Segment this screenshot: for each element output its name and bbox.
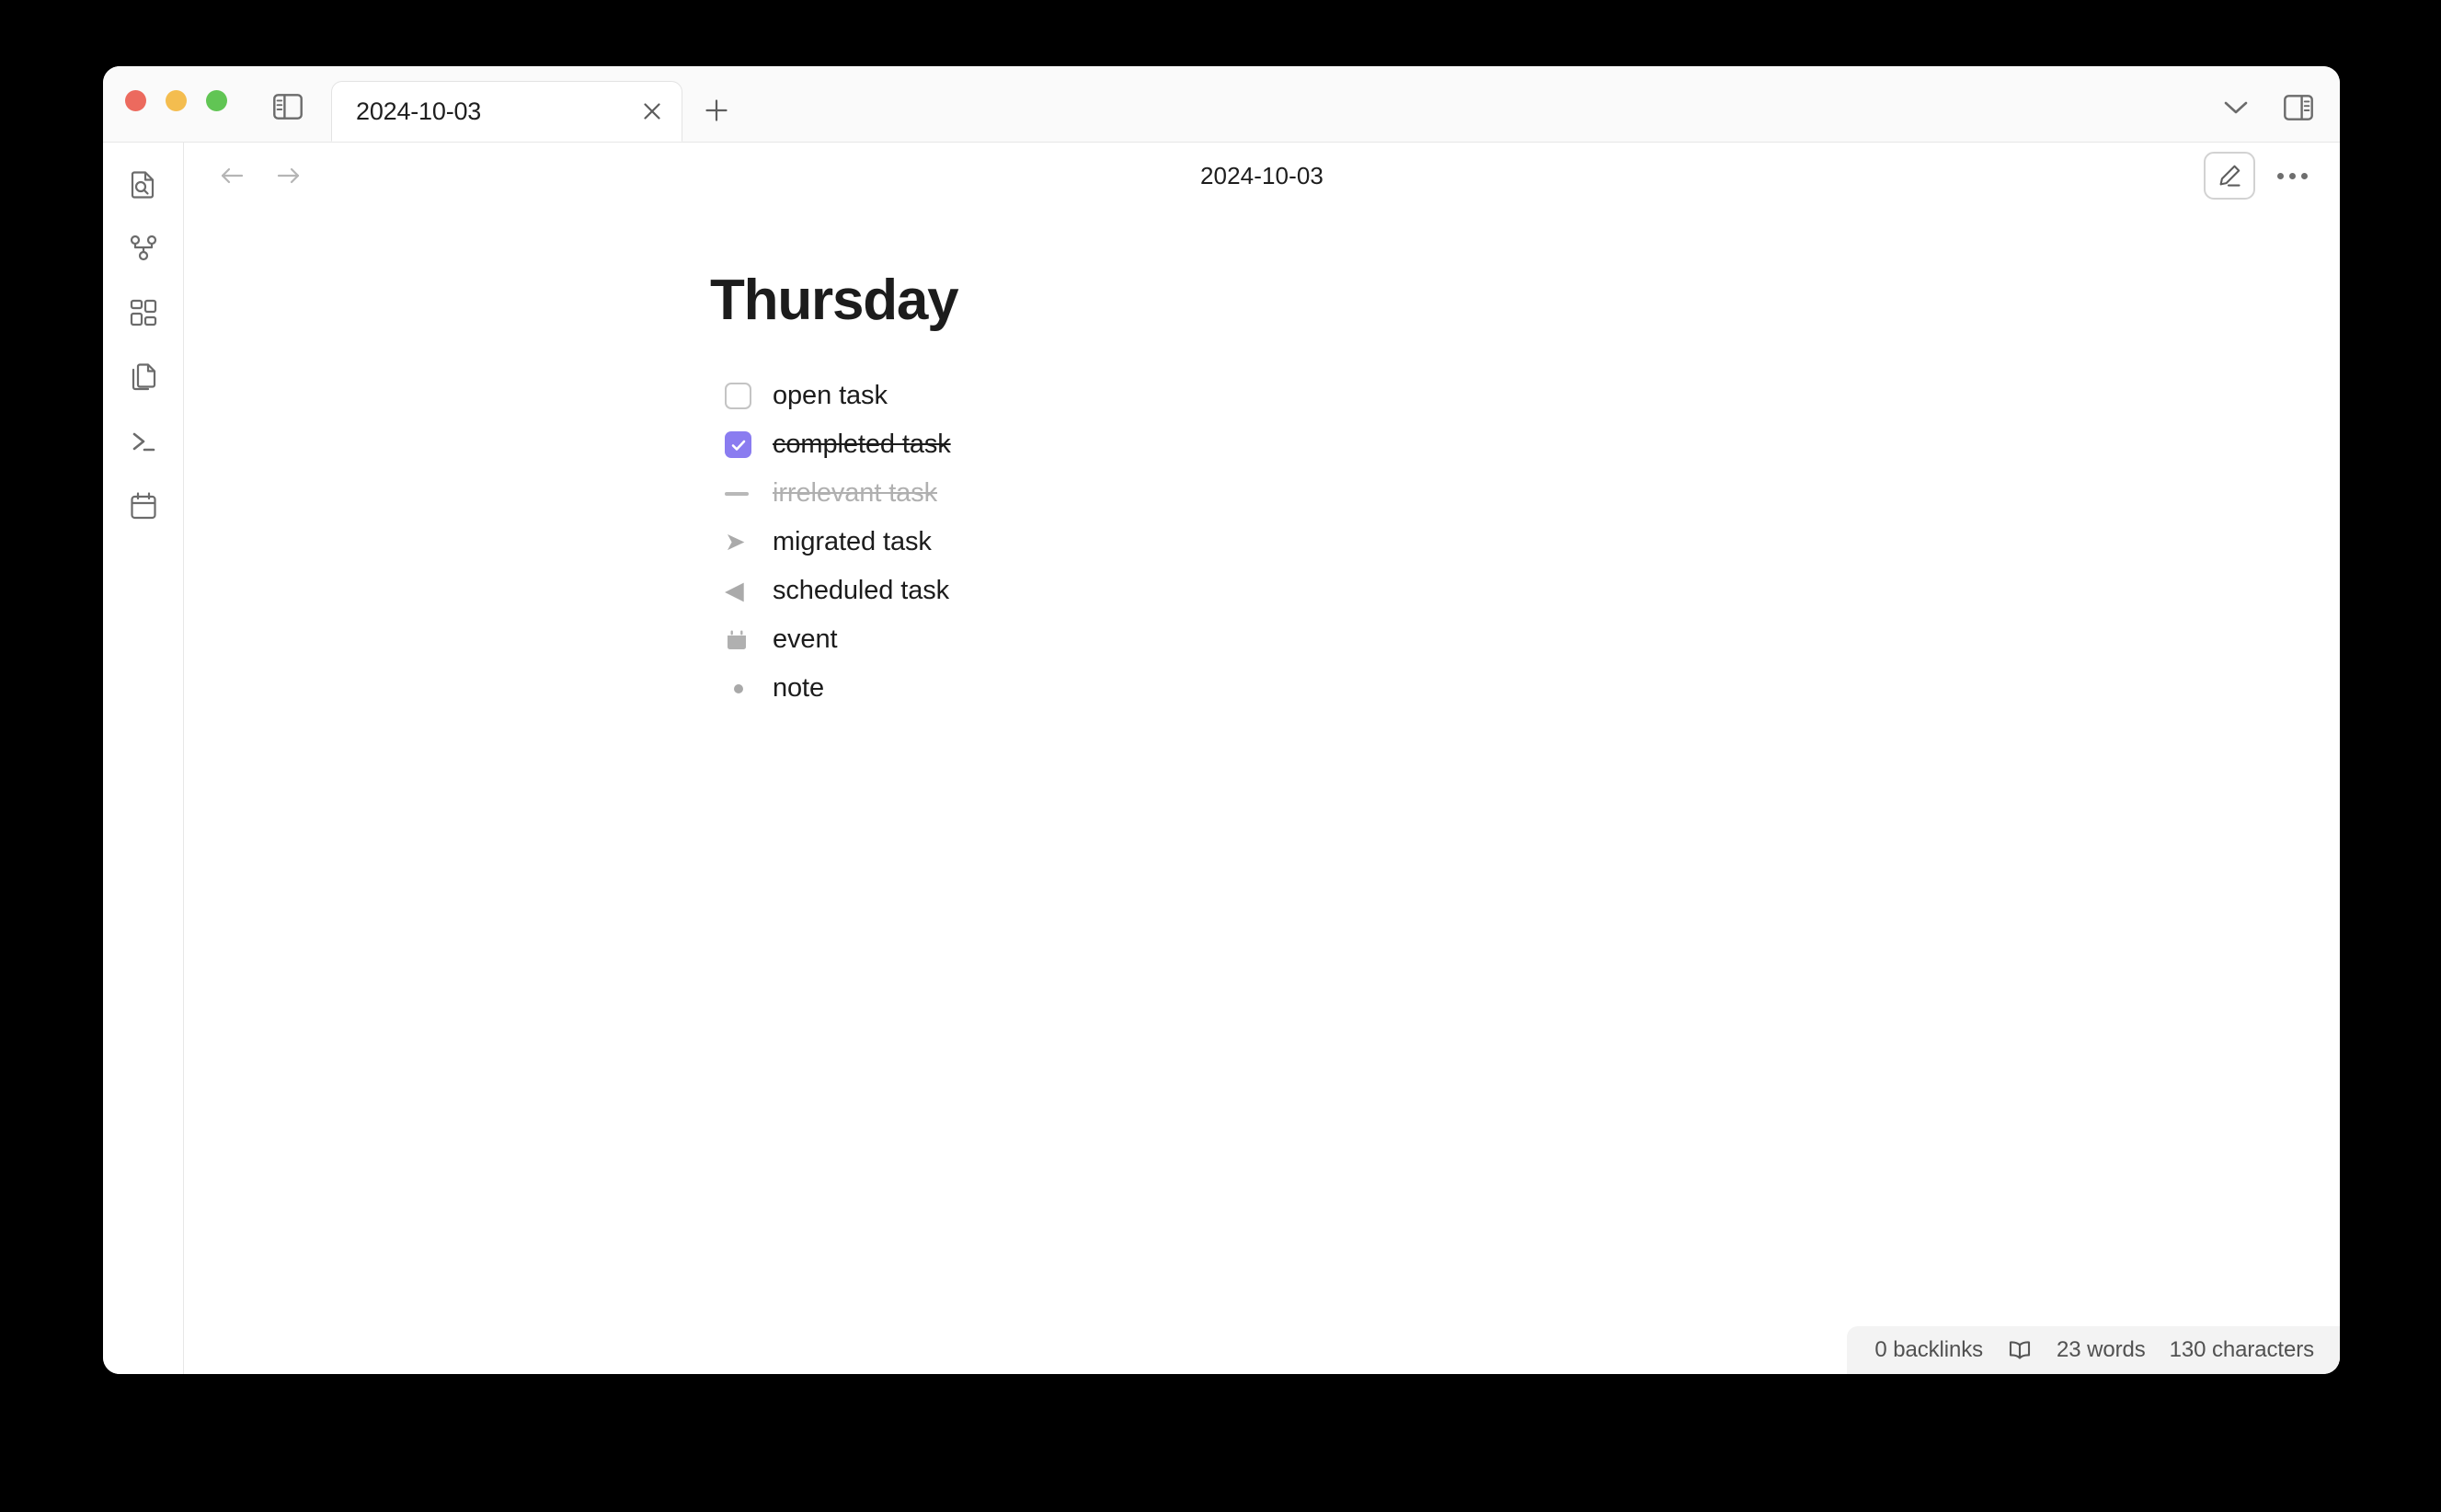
tab-2024-10-03[interactable]: 2024-10-03 — [331, 81, 682, 142]
tab-label: 2024-10-03 — [356, 97, 482, 125]
task-label: event — [773, 624, 838, 654]
forward-button[interactable] — [270, 157, 307, 194]
task-label: completed task — [773, 430, 951, 459]
bullet-slot — [725, 683, 773, 693]
note-content[interactable]: Thursday open task completed task irrele… — [184, 209, 2340, 1374]
bullet-dot-icon[interactable] — [734, 683, 743, 693]
close-icon[interactable] — [632, 91, 672, 132]
more-horizontal-icon — [2276, 172, 2284, 179]
terminal-icon — [132, 432, 155, 452]
zoom-window-button[interactable] — [206, 90, 227, 111]
right-sidebar-toggle-icon[interactable] — [2279, 88, 2318, 127]
sidebar-item-calendar[interactable] — [120, 483, 166, 529]
more-horizontal-icon — [2288, 172, 2296, 179]
arrow-forward-icon[interactable]: ➤ — [725, 530, 746, 555]
task-label: irrelevant task — [773, 478, 938, 508]
window-body: 2024-10-03 Thursday open task completed … — [103, 143, 2340, 1374]
task-row-scheduled[interactable]: ◀ scheduled task — [710, 567, 2340, 615]
open-book-icon[interactable] — [2007, 1339, 2033, 1361]
more-menu-button[interactable] — [2270, 154, 2314, 198]
minimize-window-button[interactable] — [166, 90, 187, 111]
document-title: 2024-10-03 — [1200, 161, 1324, 189]
edit-mode-button[interactable] — [2204, 152, 2255, 200]
chevron-down-icon[interactable] — [2217, 88, 2255, 127]
arrow-left-icon — [221, 167, 244, 184]
task-label: scheduled task — [773, 576, 950, 605]
arrow-back-icon[interactable]: ◀ — [725, 578, 744, 603]
sidebar-item-blocks[interactable] — [120, 290, 166, 336]
back-button[interactable] — [213, 157, 250, 194]
task-list: open task completed task irrelevant task… — [710, 372, 2340, 713]
left-sidebar-toggle-icon[interactable] — [270, 89, 305, 124]
toolbar-right-controls — [2204, 152, 2314, 200]
arrow-right-icon — [277, 167, 300, 184]
icon-rail — [103, 143, 184, 1374]
task-label: open task — [773, 381, 888, 410]
bullet-slot — [725, 383, 773, 409]
sidebar-item-graph[interactable] — [120, 225, 166, 271]
backlinks-count[interactable]: 0 backlinks — [1874, 1337, 1983, 1363]
task-row-irrelevant[interactable]: irrelevant task — [710, 469, 2340, 518]
task-row-migrated[interactable]: ➤ migrated task — [710, 518, 2340, 567]
bullet-slot — [725, 491, 773, 496]
calendar-filled-icon[interactable] — [725, 628, 749, 652]
bullet-slot: ➤ — [725, 530, 773, 555]
bullet-slot — [725, 628, 773, 652]
plus-icon — [705, 99, 728, 121]
task-row-event[interactable]: event — [710, 615, 2340, 664]
checkbox-unchecked-icon[interactable] — [725, 383, 751, 409]
sidebar-item-terminal[interactable] — [120, 418, 166, 464]
blocks-grid-icon — [130, 299, 156, 326]
window-controls — [125, 90, 227, 111]
task-label: note — [773, 673, 825, 703]
bullet-slot — [725, 431, 773, 458]
document-search-icon — [131, 171, 154, 199]
bullet-slot: ◀ — [725, 578, 773, 603]
new-tab-button[interactable] — [688, 82, 745, 139]
word-count[interactable]: 23 words — [2057, 1337, 2146, 1363]
close-window-button[interactable] — [125, 90, 146, 111]
copy-documents-icon — [132, 363, 155, 391]
titlebar-right-controls — [2217, 88, 2318, 127]
dash-icon[interactable] — [725, 491, 749, 496]
tab-strip: 2024-10-03 — [331, 81, 745, 142]
checkbox-checked-icon[interactable] — [725, 431, 751, 458]
task-row-completed[interactable]: completed task — [710, 420, 2340, 469]
task-row-note[interactable]: note — [710, 664, 2340, 713]
sidebar-item-search-document[interactable] — [120, 161, 166, 207]
character-count[interactable]: 130 characters — [2170, 1337, 2314, 1363]
sidebar-item-documents[interactable] — [120, 354, 166, 400]
graph-node-icon — [130, 235, 156, 261]
app-window: 2024-10-03 2024-10-03 Thursday open task… — [103, 66, 2340, 1374]
task-label: migrated task — [773, 527, 932, 556]
page-title: Thursday — [710, 269, 959, 332]
main-pane: 2024-10-03 Thursday open task completed … — [184, 143, 2340, 1374]
more-horizontal-icon — [2300, 172, 2308, 179]
task-row-open[interactable]: open task — [710, 372, 2340, 420]
titlebar: 2024-10-03 — [103, 66, 2340, 143]
status-bar: 0 backlinks 23 words 130 characters — [1847, 1326, 2340, 1374]
navigation-buttons — [213, 157, 307, 194]
calendar-icon — [130, 492, 156, 520]
pencil-edit-icon — [2219, 165, 2240, 187]
content-toolbar: 2024-10-03 — [184, 143, 2340, 209]
